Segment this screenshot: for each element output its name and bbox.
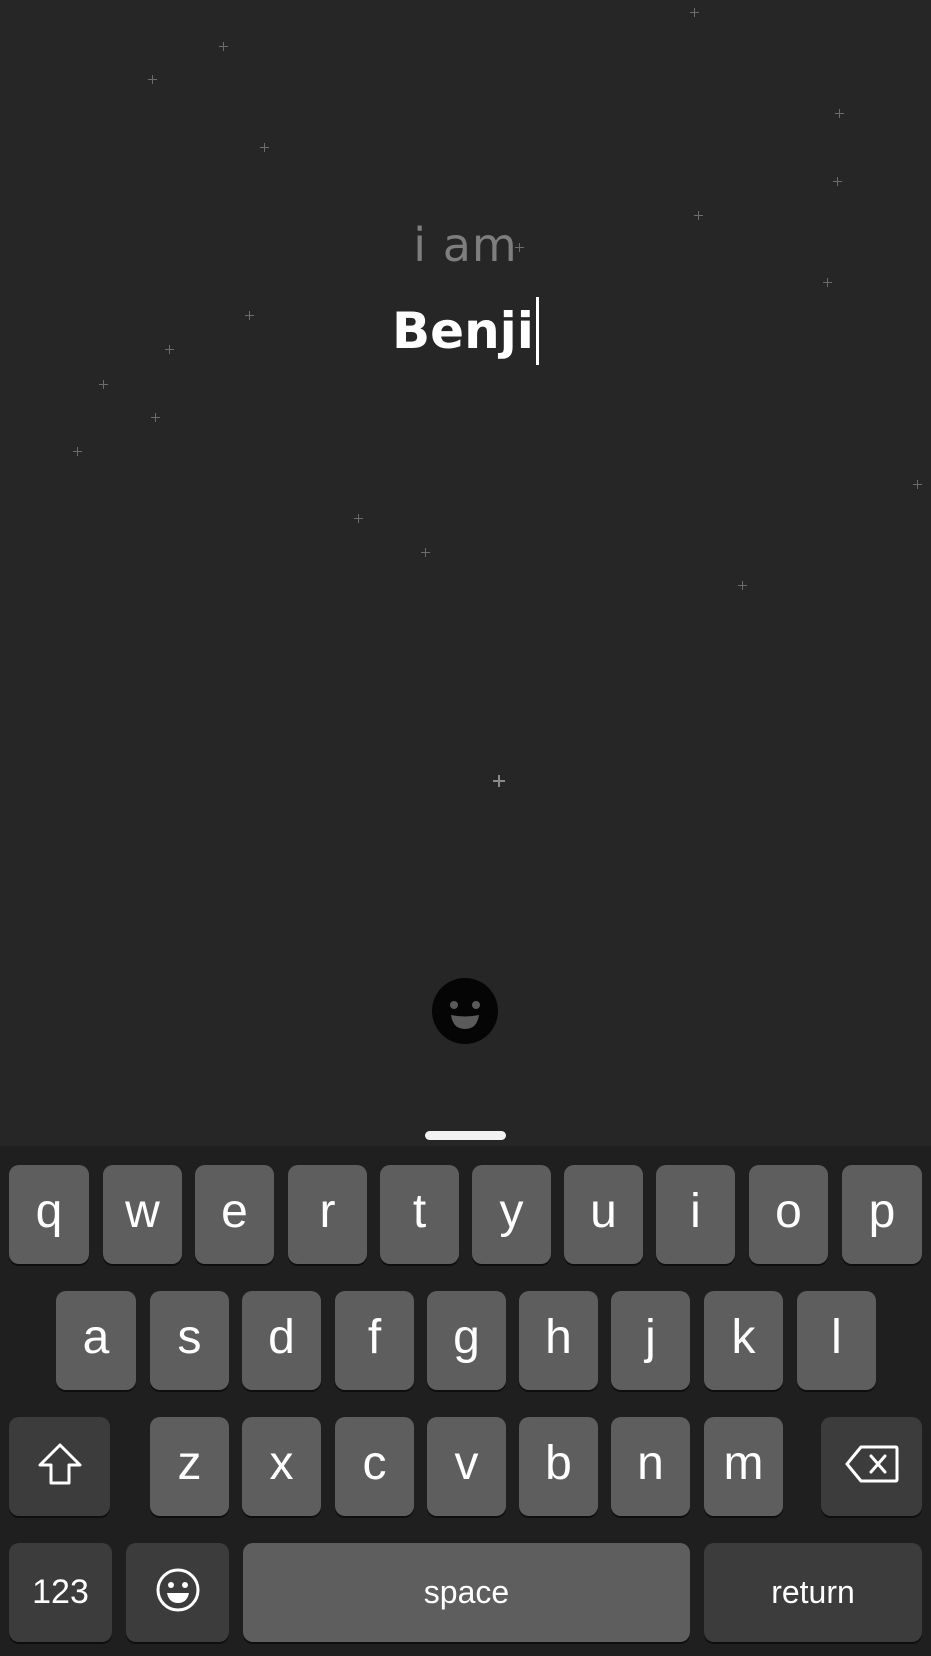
star — [737, 580, 747, 590]
star — [420, 547, 430, 557]
starfield-background — [0, 0, 931, 1140]
star — [98, 379, 108, 389]
star — [689, 7, 699, 17]
key-t[interactable]: t — [380, 1165, 459, 1264]
key-o[interactable]: o — [749, 1165, 828, 1264]
text-cursor — [535, 296, 539, 365]
star — [259, 142, 269, 152]
star — [147, 74, 157, 84]
key-p[interactable]: p — [842, 1165, 922, 1264]
shift-arrow-icon — [38, 1443, 81, 1484]
key-l[interactable]: l — [797, 1291, 876, 1390]
key-u[interactable]: u — [564, 1165, 643, 1264]
key-x[interactable]: x — [242, 1417, 321, 1516]
star — [493, 775, 505, 787]
key-a[interactable]: a — [56, 1291, 136, 1390]
key-d[interactable]: d — [242, 1291, 321, 1390]
return-key[interactable]: return — [704, 1543, 922, 1642]
star — [834, 108, 844, 118]
keyboard: q w e r t y u i o p a s d f g h j k l z … — [0, 1146, 931, 1656]
emoji-face-icon — [156, 1568, 199, 1611]
key-i[interactable]: i — [656, 1165, 735, 1264]
emoji-key[interactable] — [126, 1543, 229, 1642]
shift-key[interactable] — [9, 1417, 110, 1516]
key-n[interactable]: n — [611, 1417, 690, 1516]
numbers-key[interactable]: 123 — [9, 1543, 112, 1642]
onboarding-screen: i am Benji q w e r t y u i o p a s d f g… — [0, 0, 931, 1656]
key-s[interactable]: s — [150, 1291, 229, 1390]
key-m[interactable]: m — [704, 1417, 783, 1516]
key-v[interactable]: v — [427, 1417, 506, 1516]
key-j[interactable]: j — [611, 1291, 690, 1390]
key-g[interactable]: g — [427, 1291, 506, 1390]
star — [912, 479, 922, 489]
prompt-label: i am — [413, 218, 518, 272]
key-c[interactable]: c — [335, 1417, 414, 1516]
star — [72, 446, 82, 456]
key-q[interactable]: q — [9, 1165, 89, 1264]
key-b[interactable]: b — [519, 1417, 598, 1516]
key-z[interactable]: z — [150, 1417, 229, 1516]
name-input-value: Benji — [392, 302, 534, 360]
star — [832, 176, 842, 186]
delete-key[interactable] — [821, 1417, 922, 1516]
star — [218, 41, 228, 51]
sheet-grabber[interactable] — [425, 1131, 506, 1140]
star — [353, 513, 363, 523]
star — [150, 412, 160, 422]
key-r[interactable]: r — [288, 1165, 367, 1264]
key-e[interactable]: e — [195, 1165, 274, 1264]
key-f[interactable]: f — [335, 1291, 414, 1390]
smiley-face-avatar-icon[interactable] — [431, 977, 499, 1045]
backspace-icon — [845, 1445, 898, 1482]
key-k[interactable]: k — [704, 1291, 783, 1390]
key-w[interactable]: w — [103, 1165, 182, 1264]
space-key[interactable]: space — [243, 1543, 690, 1642]
star — [822, 277, 832, 287]
key-h[interactable]: h — [519, 1291, 598, 1390]
name-input[interactable]: Benji — [0, 296, 931, 366]
key-y[interactable]: y — [472, 1165, 551, 1264]
